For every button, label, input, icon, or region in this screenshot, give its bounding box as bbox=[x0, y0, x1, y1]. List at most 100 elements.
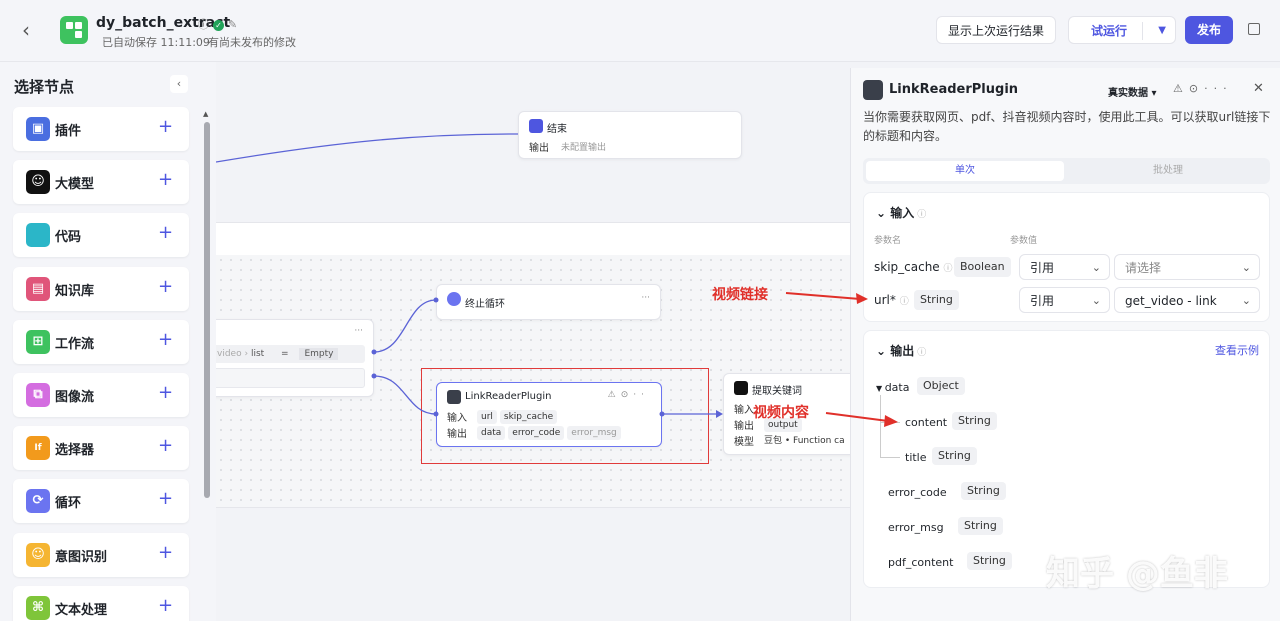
output-field-data[interactable]: ▼ data bbox=[876, 381, 909, 394]
title-status-icons: ⓘ ✓ ✎ bbox=[198, 16, 237, 32]
node-item-imageflow[interactable]: ⧉ 图像流 + bbox=[13, 373, 189, 417]
tree-line bbox=[880, 422, 900, 423]
show-last-result-button[interactable]: 显示上次运行结果 bbox=[936, 16, 1056, 44]
scrollbar[interactable] bbox=[204, 122, 210, 498]
node-item-selector[interactable]: If 选择器 + bbox=[13, 426, 189, 471]
knowledge-icon: ▤ bbox=[26, 276, 50, 301]
param-value-select-url[interactable]: get_video - link ⌄ bbox=[1114, 287, 1260, 313]
arrowhead bbox=[716, 410, 723, 418]
add-icon[interactable]: + bbox=[158, 542, 173, 563]
text-icon: ⌘ bbox=[26, 595, 50, 620]
publish-button[interactable]: 发布 bbox=[1185, 16, 1233, 44]
tab-single[interactable]: 单次 bbox=[866, 161, 1064, 181]
llm-icon: ☺ bbox=[26, 170, 50, 195]
collapse-panel-icon[interactable]: ‹ bbox=[170, 75, 188, 93]
node-item-intent[interactable]: ☺ 意图识别 + bbox=[13, 532, 189, 577]
chevron-down-icon: ⌄ bbox=[1241, 294, 1251, 307]
chevron-down-icon: ⌄ bbox=[1091, 294, 1101, 307]
code-icon bbox=[26, 223, 50, 248]
edit-icon[interactable]: ✎ bbox=[228, 18, 237, 31]
test-run-label: 试运行 bbox=[1091, 24, 1128, 38]
port[interactable] bbox=[433, 411, 439, 417]
info-icon[interactable]: ⓘ bbox=[198, 18, 209, 31]
node-picker-title: 选择节点 bbox=[14, 78, 75, 96]
chevron-down-icon: ⌄ bbox=[876, 206, 891, 220]
param-name-header: 参数名 bbox=[874, 236, 902, 246]
info-icon: ⓘ bbox=[943, 264, 953, 274]
node-item-llm[interactable]: ☺ 大模型 + bbox=[13, 160, 189, 205]
param-name-skip-cache: skip_cache ⓘ bbox=[874, 260, 953, 274]
published-check-icon: ✓ bbox=[213, 20, 224, 31]
node-item-loop[interactable]: ⟳ 循环 + bbox=[13, 479, 189, 524]
mode-tabs: 单次 批处理 bbox=[863, 158, 1270, 184]
port[interactable] bbox=[371, 373, 377, 379]
tab-batch[interactable]: 批处理 bbox=[1069, 161, 1267, 181]
annotation-video-link: 视频链接 bbox=[712, 287, 768, 303]
add-icon[interactable]: + bbox=[158, 329, 173, 350]
autosave-status: 已自动保存 11:11:09 bbox=[102, 36, 210, 49]
output-section-header[interactable]: ⌄ 输出 ⓘ bbox=[876, 342, 926, 359]
add-icon[interactable]: + bbox=[158, 276, 173, 297]
output-section-title: 输出 bbox=[890, 344, 915, 358]
param-value-select-skip-cache[interactable]: 请选择 ⌄ bbox=[1114, 254, 1260, 280]
node-item-workflow[interactable]: ⊞ 工作流 + bbox=[13, 319, 189, 364]
add-icon[interactable]: + bbox=[158, 382, 173, 403]
port[interactable] bbox=[371, 349, 377, 355]
input-section: ⌄ 输入 ⓘ 参数名 参数值 skip_cache ⓘ Boolean 引用 ⌄ 请… bbox=[863, 192, 1270, 322]
workflow-app-icon bbox=[60, 16, 88, 44]
copy-icon[interactable] bbox=[1248, 23, 1260, 35]
data-mode-label: 真实数据 bbox=[1108, 88, 1148, 99]
node-item-label: 文本处理 bbox=[55, 602, 108, 618]
output-field-title: title bbox=[905, 451, 927, 464]
tree-line bbox=[880, 395, 881, 457]
port[interactable] bbox=[433, 297, 439, 303]
data-mode-select[interactable]: 真实数据 ▾ bbox=[1108, 84, 1157, 99]
workflow-canvas[interactable]: 结束 输出 未配置输出 ··· video › list = Empty 终止循… bbox=[216, 62, 850, 621]
see-example-link[interactable]: 查看示例 bbox=[1215, 342, 1259, 358]
add-icon[interactable]: + bbox=[158, 222, 173, 243]
back-arrow-icon[interactable]: ‹ bbox=[22, 19, 44, 41]
input-section-header[interactable]: ⌄ 输入 ⓘ bbox=[876, 204, 926, 221]
add-icon[interactable]: + bbox=[158, 488, 173, 509]
panel-tool-icons[interactable]: ⚠⊙··· bbox=[1173, 82, 1233, 95]
node-item-text[interactable]: ⌘ 文本处理 + bbox=[13, 585, 189, 621]
output-field-pdf-content: pdf_content bbox=[888, 556, 954, 569]
scroll-up-icon[interactable]: ▲ bbox=[203, 110, 208, 118]
node-item-label: 插件 bbox=[55, 124, 82, 139]
info-icon: ⓘ bbox=[917, 348, 927, 358]
output-type-content: String bbox=[952, 412, 997, 430]
port[interactable] bbox=[659, 411, 665, 417]
param-type-url: String bbox=[914, 290, 959, 310]
output-type-data: Object bbox=[917, 377, 965, 395]
output-type-title: String bbox=[932, 447, 977, 465]
node-item-label: 代码 bbox=[55, 230, 82, 246]
panel-title: LinkReaderPlugin bbox=[889, 82, 1019, 97]
param-mode-select-url[interactable]: 引用 ⌄ bbox=[1019, 287, 1110, 313]
add-icon[interactable]: + bbox=[158, 116, 173, 137]
edge-to-end bbox=[216, 133, 519, 163]
link-reader-icon bbox=[863, 80, 883, 100]
node-item-label: 工作流 bbox=[55, 336, 95, 352]
plugin-icon: ▣ bbox=[26, 117, 50, 141]
add-icon[interactable]: + bbox=[158, 169, 173, 190]
imageflow-icon: ⧉ bbox=[26, 383, 50, 407]
test-run-button[interactable]: 试运行 ▼ bbox=[1068, 16, 1176, 44]
node-item-label: 选择器 bbox=[55, 443, 95, 459]
chevron-down-icon: ⌄ bbox=[876, 344, 891, 358]
output-field-error-msg: error_msg bbox=[888, 521, 944, 534]
node-detail-panel: LinkReaderPlugin 真实数据 ▾ ⚠⊙··· ✕ 当你需要获取网页… bbox=[850, 68, 1280, 621]
chevron-down-icon[interactable]: ▼ bbox=[1158, 17, 1166, 45]
close-icon[interactable]: ✕ bbox=[1253, 81, 1264, 96]
node-item-knowledge[interactable]: ▤ 知识库 + bbox=[13, 266, 189, 311]
add-icon[interactable]: + bbox=[158, 595, 173, 616]
unpublished-notice: 有尚未发布的修改 bbox=[208, 36, 296, 49]
node-item-label: 循环 bbox=[55, 496, 82, 512]
node-item-code[interactable]: 代码 + bbox=[13, 213, 189, 258]
param-mode-select-skip-cache[interactable]: 引用 ⌄ bbox=[1019, 254, 1110, 280]
top-bar: ‹ dy_batch_extract ⓘ ✓ ✎ 已自动保存 11:11:09 有尚… bbox=[0, 0, 1280, 62]
output-type-pdf-content: String bbox=[967, 552, 1012, 570]
node-item-plugin[interactable]: ▣ 插件 + bbox=[13, 107, 189, 151]
param-value-header: 参数值 bbox=[1010, 236, 1038, 246]
intent-icon: ☺ bbox=[26, 542, 50, 567]
add-icon[interactable]: + bbox=[158, 435, 173, 456]
